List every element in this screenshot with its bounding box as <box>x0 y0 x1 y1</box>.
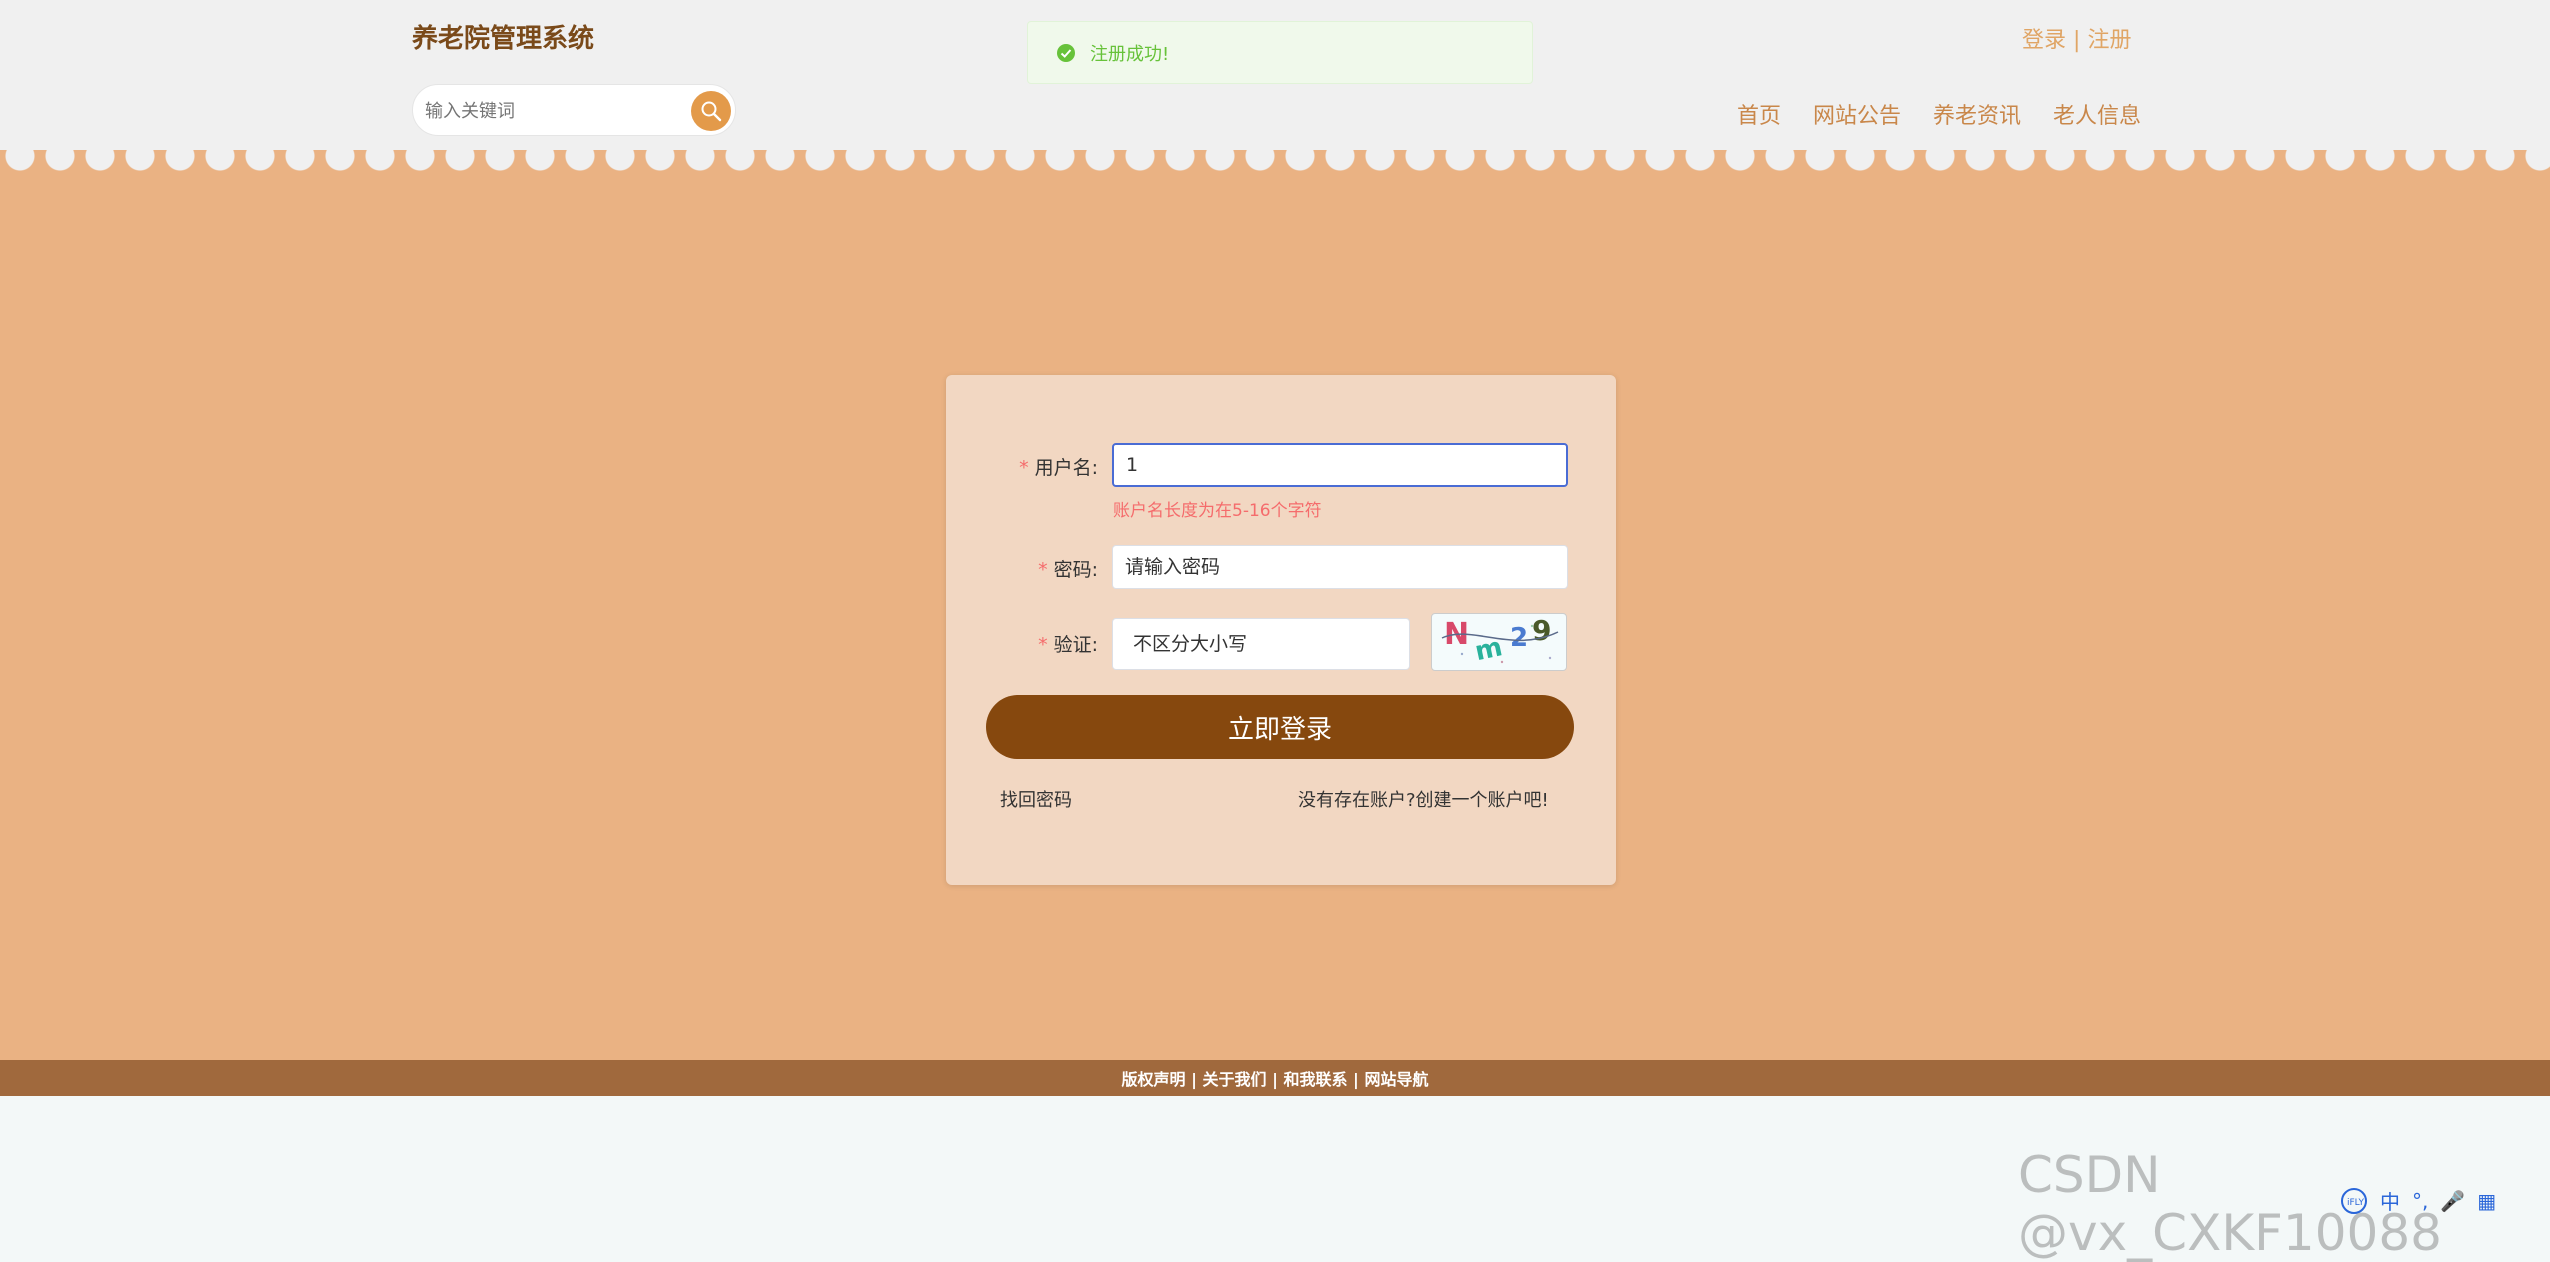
password-label: * 密码: <box>1038 559 1098 581</box>
login-link[interactable]: 登录 <box>2022 28 2066 53</box>
captcha-char-4: 9 <box>1532 614 1551 647</box>
main-area: *用户名: 账户名长度为在5-16个字符 *密码: *验证: N m 2 9 <box>0 150 2550 1060</box>
username-input[interactable] <box>1112 443 1568 487</box>
register-link[interactable]: 注册 <box>2087 28 2131 53</box>
search-icon <box>701 101 722 122</box>
site-title: 养老院管理系统 <box>412 24 595 54</box>
username-label: * 用户名: <box>1019 457 1098 479</box>
ifly-icon[interactable]: iFLY <box>2340 1187 2368 1215</box>
nav-news[interactable]: 养老资讯 <box>1933 98 2021 130</box>
ime-toolbar: iFLY 中 °, 🎤 ▦ <box>2340 1186 2496 1215</box>
auth-links: 登录 | 注册 <box>2022 22 2131 54</box>
captcha-char-3: 2 <box>1510 623 1528 653</box>
forgot-password-link[interactable]: 找回密码 <box>1000 786 1072 812</box>
nav-announcements[interactable]: 网站公告 <box>1813 98 1901 130</box>
search-input[interactable] <box>423 93 687 129</box>
required-mark: * <box>1038 559 1048 581</box>
search-button[interactable] <box>691 91 731 131</box>
required-mark: * <box>1019 457 1029 479</box>
microphone-icon[interactable]: 🎤 <box>2440 1189 2465 1213</box>
check-circle-icon <box>1057 43 1075 62</box>
create-account-link[interactable]: 没有存在账户?创建一个账户吧! <box>1298 786 1549 812</box>
username-error: 账户名长度为在5-16个字符 <box>1113 501 1322 521</box>
captcha-input[interactable] <box>1112 618 1410 670</box>
auth-separator: | <box>2073 28 2081 53</box>
login-button[interactable]: 立即登录 <box>986 695 1574 759</box>
svg-text:iFLY: iFLY <box>2347 1198 2364 1208</box>
toast-message: 注册成功! <box>1090 43 1170 65</box>
nav-elder-info[interactable]: 老人信息 <box>2053 98 2141 130</box>
ime-chinese-mode[interactable]: 中 <box>2380 1186 2400 1215</box>
main-nav: 首页 网站公告 养老资讯 老人信息 <box>1737 98 2141 130</box>
nav-home[interactable]: 首页 <box>1737 98 1781 130</box>
success-toast: 注册成功! <box>1027 21 1533 84</box>
footer: 版权声明 | 关于我们 | 和我联系 | 网站导航 <box>0 1060 2550 1096</box>
search-box <box>412 84 736 136</box>
password-input[interactable] <box>1112 545 1568 589</box>
apps-grid-icon[interactable]: ▦ <box>2477 1189 2496 1213</box>
captcha-image[interactable]: N m 2 9 <box>1431 613 1567 671</box>
wave-divider <box>0 148 2550 172</box>
ime-punctuation[interactable]: °, <box>2412 1189 2428 1213</box>
required-mark: * <box>1038 634 1048 656</box>
login-card: *用户名: 账户名长度为在5-16个字符 *密码: *验证: N m 2 9 <box>946 375 1616 885</box>
captcha-label: * 验证: <box>1038 634 1098 656</box>
footer-links[interactable]: 版权声明 | 关于我们 | 和我联系 | 网站导航 <box>1122 1066 1429 1090</box>
